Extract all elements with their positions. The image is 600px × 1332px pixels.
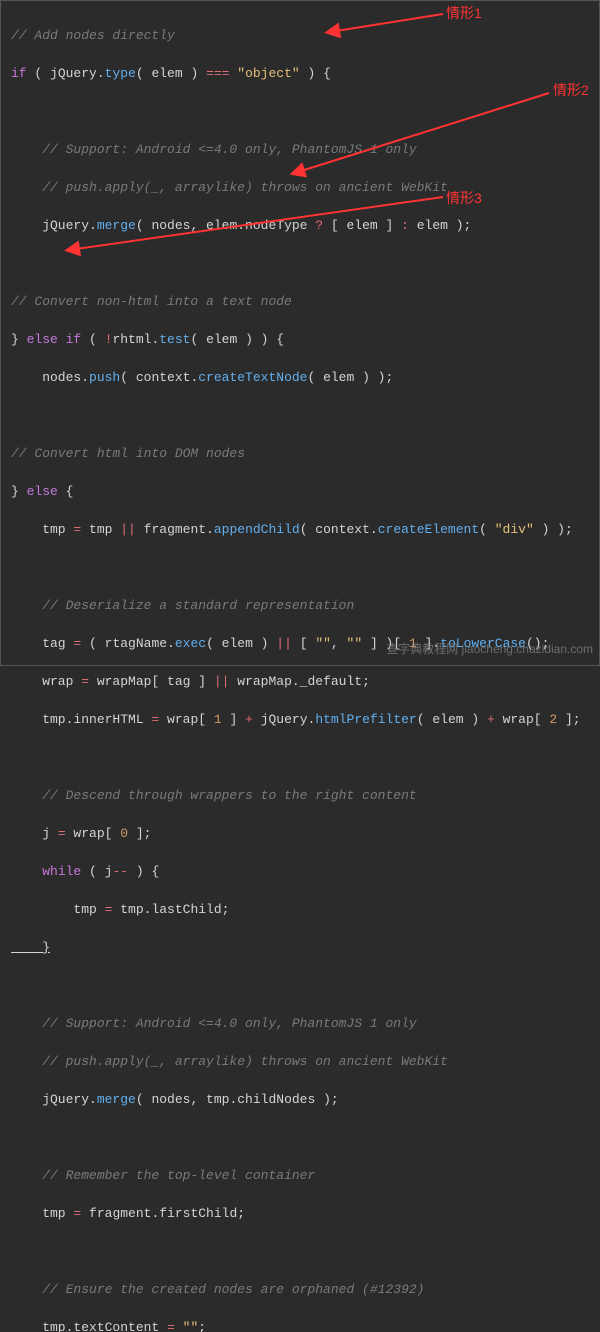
code-line: // push.apply(_, arraylike) throws on an…: [11, 178, 589, 197]
code-line: // Support: Android <=4.0 only, PhantomJ…: [11, 1014, 589, 1033]
annotation-case2: 情形2: [553, 81, 589, 100]
watermark-text: 查字典教程网 jiaocheng.chazidian.com: [386, 640, 593, 659]
code-line: [11, 1242, 589, 1261]
code-line: // push.apply(_, arraylike) throws on an…: [11, 1052, 589, 1071]
code-line: nodes.push( context.createTextNode( elem…: [11, 368, 589, 387]
comment: // Add nodes directly: [11, 28, 175, 43]
code-line: tmp = tmp || fragment.appendChild( conte…: [11, 520, 589, 539]
code-line: [11, 976, 589, 995]
code-line: [11, 1128, 589, 1147]
code-line: [11, 558, 589, 577]
code-line: // Descend through wrappers to the right…: [11, 786, 589, 805]
code-line: // Ensure the created nodes are orphaned…: [11, 1280, 589, 1299]
code-line: }: [11, 938, 589, 957]
code-line: // Convert non-html into a text node: [11, 292, 589, 311]
code-line: tmp.textContent = "";: [11, 1318, 589, 1332]
code-line: tmp.innerHTML = wrap[ 1 ] + jQuery.htmlP…: [11, 710, 589, 729]
code-line: // Add nodes directly: [11, 26, 589, 45]
code-line: [11, 254, 589, 273]
code-line: tmp = tmp.lastChild;: [11, 900, 589, 919]
code-line: // Deserialize a standard representation: [11, 596, 589, 615]
code-line: } else if ( !rhtml.test( elem ) ) {: [11, 330, 589, 349]
code-line: wrap = wrapMap[ tag ] || wrapMap._defaul…: [11, 672, 589, 691]
code-line: j = wrap[ 0 ];: [11, 824, 589, 843]
code-line: // Support: Android <=4.0 only, PhantomJ…: [11, 140, 589, 159]
code-line: [11, 748, 589, 767]
code-line: if ( jQuery.type( elem ) === "object" ) …: [11, 64, 589, 83]
code-line: jQuery.merge( nodes, tmp.childNodes );: [11, 1090, 589, 1109]
code-block: // Add nodes directly if ( jQuery.type( …: [1, 1, 599, 1332]
code-line: // Remember the top-level container: [11, 1166, 589, 1185]
code-line: // Convert html into DOM nodes: [11, 444, 589, 463]
code-line: tmp = fragment.firstChild;: [11, 1204, 589, 1223]
code-line: } else {: [11, 482, 589, 501]
annotation-case1: 情形1: [446, 4, 482, 23]
annotation-case3: 情形3: [446, 189, 482, 208]
code-line: jQuery.merge( nodes, elem.nodeType ? [ e…: [11, 216, 589, 235]
code-line: [11, 406, 589, 425]
code-line: while ( j-- ) {: [11, 862, 589, 881]
code-line: [11, 102, 589, 121]
